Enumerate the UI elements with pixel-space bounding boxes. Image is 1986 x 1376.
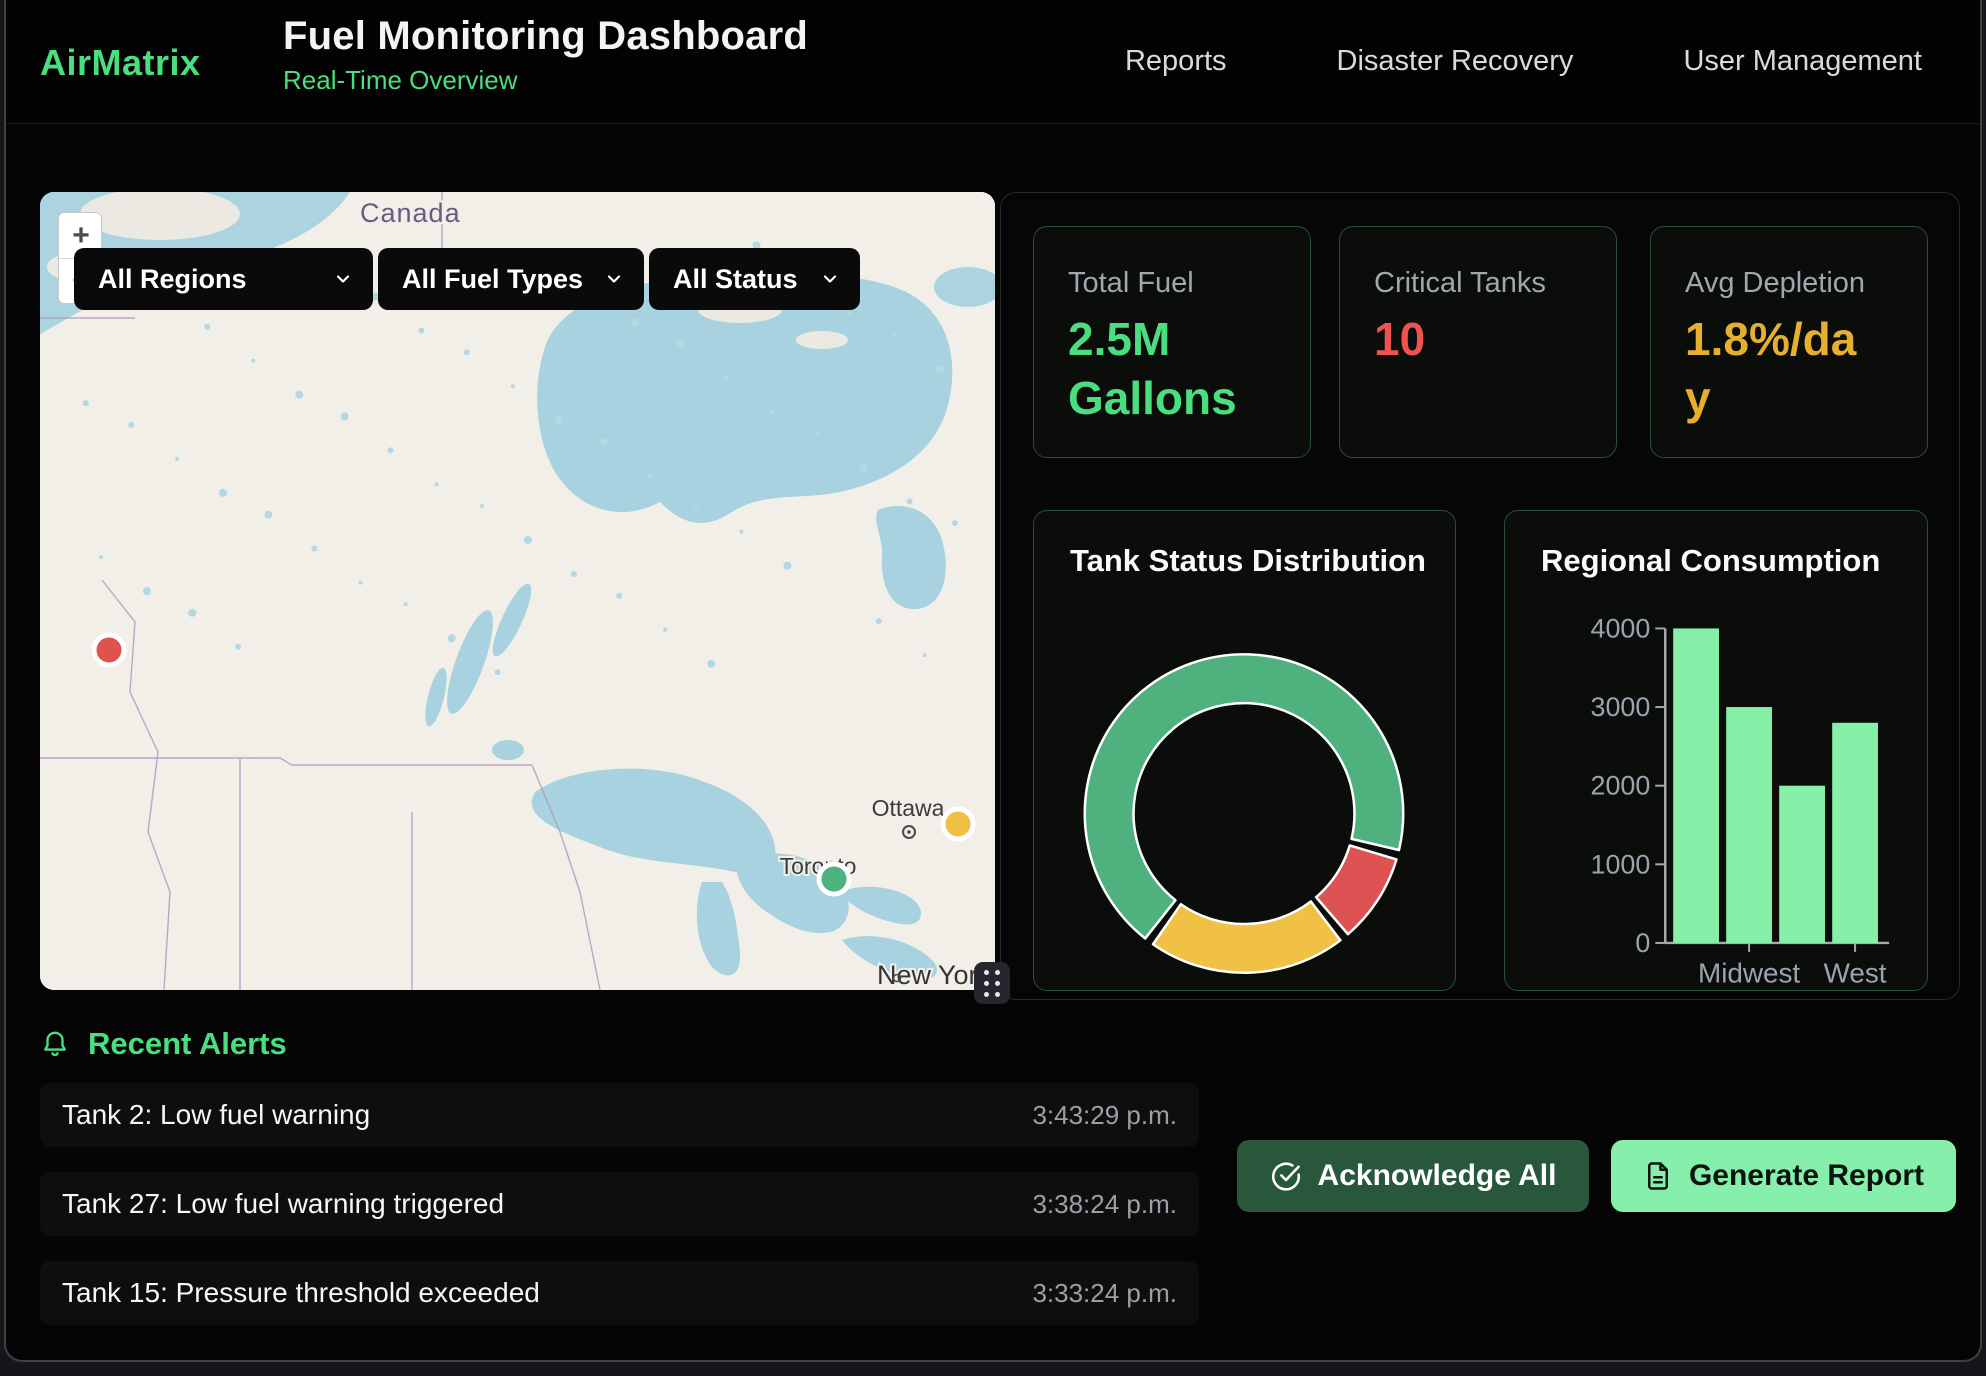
top-nav: Reports Disaster Recovery User Managemen… [1125,0,1922,123]
svg-text:1000: 1000 [1591,849,1651,879]
acknowledge-all-label: Acknowledge All [1318,1159,1557,1193]
svg-text:2000: 2000 [1591,771,1651,801]
svg-text:Midwest: Midwest [1698,958,1800,989]
fuel-type-filter-select[interactable]: All Fuel Types [378,248,644,310]
alert-row[interactable]: Tank 2: Low fuel warning 3:43:29 p.m. [40,1083,1199,1147]
map-label-ottawa: Ottawa [872,795,945,821]
dashboard-root: AirMatrix Fuel Monitoring Dashboard Real… [4,0,1982,1362]
generate-report-button[interactable]: Generate Report [1611,1140,1956,1212]
map-panel[interactable]: Canada Ottawa Toronto New York + − All R… [40,192,995,990]
regional-consumption-card: Regional Consumption 01000200030004000Mi… [1504,510,1928,991]
alert-time: 3:38:24 p.m. [1032,1189,1177,1220]
alert-row[interactable]: Tank 27: Low fuel warning triggered 3:38… [40,1172,1199,1236]
tank-status-card: Tank Status Distribution [1033,510,1456,991]
regional-consumption-bar-chart: 0 1000 2000 3000 4000 Midwest West [1505,511,1927,990]
file-text-icon [1643,1161,1673,1191]
alert-row[interactable]: Tank 15: Pressure threshold exceeded 3:3… [40,1261,1199,1325]
map-canvas[interactable]: Canada Ottawa Toronto New York [40,192,995,990]
fuel-type-filter-value: All Fuel Types [402,264,583,295]
chevron-down-icon [604,269,624,289]
generate-report-label: Generate Report [1689,1159,1924,1193]
map-resize-handle[interactable] [974,962,1010,1004]
alert-message: Tank 15: Pressure threshold exceeded [62,1277,540,1309]
stat-value-avg-depletion: 1.8%/day [1685,310,1865,428]
alert-time: 3:43:29 p.m. [1032,1100,1177,1131]
stat-label: Avg Depletion [1685,267,1897,300]
map-label-canada: Canada [360,198,461,228]
stat-value-critical-tanks: 10 [1374,310,1554,369]
nav-reports[interactable]: Reports [1125,45,1227,78]
svg-text:0: 0 [1635,928,1650,958]
map-marker-critical[interactable] [94,635,124,665]
map-marker-normal[interactable] [819,864,849,894]
chevron-down-icon [820,269,840,289]
recent-alerts-heading: Recent Alerts [40,1024,287,1064]
chevron-down-icon [333,269,353,289]
bell-icon [40,1028,70,1060]
stat-card-critical-tanks: Critical Tanks 10 [1339,226,1617,458]
map-filters: All Regions All Fuel Types All Status [74,248,860,310]
map-marker-warning[interactable] [943,809,973,839]
region-filter-select[interactable]: All Regions [74,248,373,310]
acknowledge-all-button[interactable]: Acknowledge All [1237,1140,1589,1212]
recent-alerts-title: Recent Alerts [88,1026,287,1062]
page-title: Fuel Monitoring Dashboard [283,14,808,59]
brand-logo: AirMatrix [40,42,201,84]
stat-label: Critical Tanks [1374,267,1586,300]
svg-text:West: West [1824,958,1887,989]
svg-text:4000: 4000 [1591,613,1651,643]
title-block: Fuel Monitoring Dashboard Real-Time Over… [283,14,808,96]
nav-user-management[interactable]: User Management [1683,45,1922,78]
stat-card-avg-depletion: Avg Depletion 1.8%/day [1650,226,1928,458]
page-subtitle: Real-Time Overview [283,65,808,96]
stat-card-total-fuel: Total Fuel 2.5M Gallons [1033,226,1311,458]
check-circle-icon [1270,1160,1302,1192]
tank-status-donut-chart [1034,511,1455,990]
metrics-panel: Total Fuel 2.5M Gallons Critical Tanks 1… [1000,192,1960,1000]
region-filter-value: All Regions [98,264,247,295]
svg-text:3000: 3000 [1591,692,1651,722]
stat-label: Total Fuel [1068,267,1280,300]
status-filter-value: All Status [673,264,798,295]
alert-message: Tank 2: Low fuel warning [62,1099,370,1131]
status-filter-select[interactable]: All Status [649,248,860,310]
stat-value-total-fuel: 2.5M Gallons [1068,310,1248,428]
header: AirMatrix Fuel Monitoring Dashboard Real… [6,0,1980,124]
nav-disaster-recovery[interactable]: Disaster Recovery [1337,45,1574,78]
alert-message: Tank 27: Low fuel warning triggered [62,1188,504,1220]
alert-time: 3:33:24 p.m. [1032,1278,1177,1309]
